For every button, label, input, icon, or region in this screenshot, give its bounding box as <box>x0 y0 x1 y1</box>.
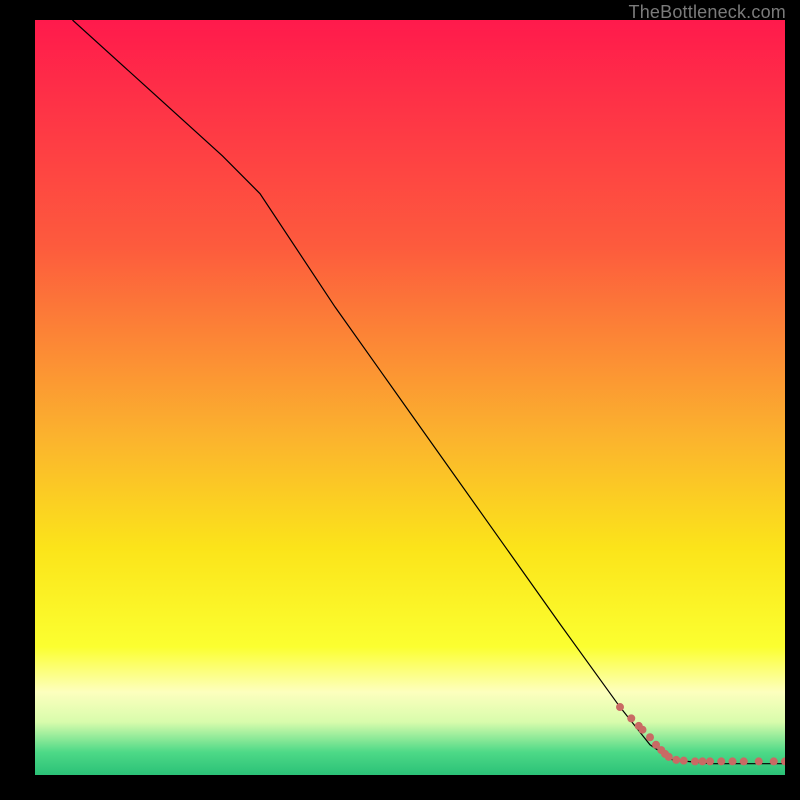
scatter-point <box>706 757 714 765</box>
scatter-point <box>680 757 688 765</box>
scatter-point <box>691 757 699 765</box>
scatter-point <box>672 756 680 764</box>
scatter-point <box>646 733 654 741</box>
scatter-point <box>627 714 635 722</box>
chart-container: TheBottleneck.com <box>0 0 800 800</box>
scatter-point <box>755 757 763 765</box>
scatter-point <box>665 753 673 761</box>
chart-background <box>35 20 785 775</box>
scatter-point <box>740 757 748 765</box>
plot-area <box>35 20 785 775</box>
scatter-point <box>699 757 707 765</box>
scatter-point <box>616 703 624 711</box>
chart-svg <box>35 20 785 775</box>
scatter-point <box>639 726 647 734</box>
scatter-point <box>717 757 725 765</box>
scatter-point <box>729 757 737 765</box>
scatter-point <box>770 757 778 765</box>
